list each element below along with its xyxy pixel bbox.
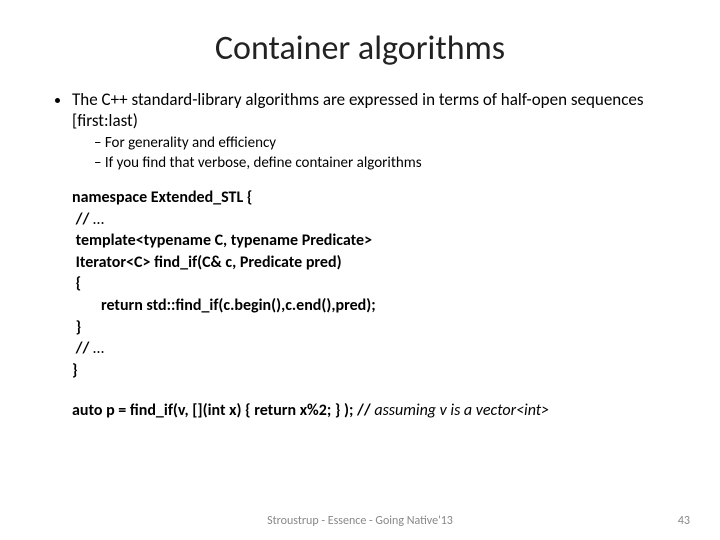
code-ellipsis: … (93, 210, 104, 229)
code-line: { (72, 274, 81, 293)
code-line: Iterator<C> find_if(C& c, Predicate pred… (72, 253, 342, 272)
footer-text: Stroustrup - Essence - Going Native'13 (0, 514, 720, 528)
bullet-list: The C++ standard-library algorithms are … (50, 89, 670, 173)
code-line: // (72, 210, 93, 229)
code-line: } (72, 318, 81, 337)
slide: Container algorithms The C++ standard-li… (0, 0, 720, 420)
code-ellipsis: … (93, 339, 104, 358)
bullet-item: The C++ standard-library algorithms are … (72, 89, 670, 173)
code-line: // (72, 339, 93, 358)
code-line: return std::find_if(c.begin(),c.end(),pr… (72, 296, 376, 315)
usage-comment: assuming v is a vector<int> (374, 401, 549, 420)
page-number: 43 (678, 514, 690, 528)
bullet-text: The C++ standard-library algorithms are … (72, 89, 644, 131)
usage-code: auto p = find_if(v, [](int x) { return x… (72, 401, 374, 420)
code-line: namespace Extended_STL { (72, 188, 252, 207)
slide-title: Container algorithms (50, 28, 670, 69)
sub-item: For generality and efficiency (94, 134, 670, 153)
sub-list: For generality and efficiency If you fin… (72, 134, 670, 174)
code-line: } (72, 361, 78, 380)
sub-item: If you find that verbose, define contain… (94, 154, 670, 173)
code-block: namespace Extended_STL { // … template<t… (72, 187, 670, 381)
usage-line: auto p = find_if(v, [](int x) { return x… (72, 401, 670, 420)
code-line: template<typename C, typename Predicate> (72, 231, 372, 250)
